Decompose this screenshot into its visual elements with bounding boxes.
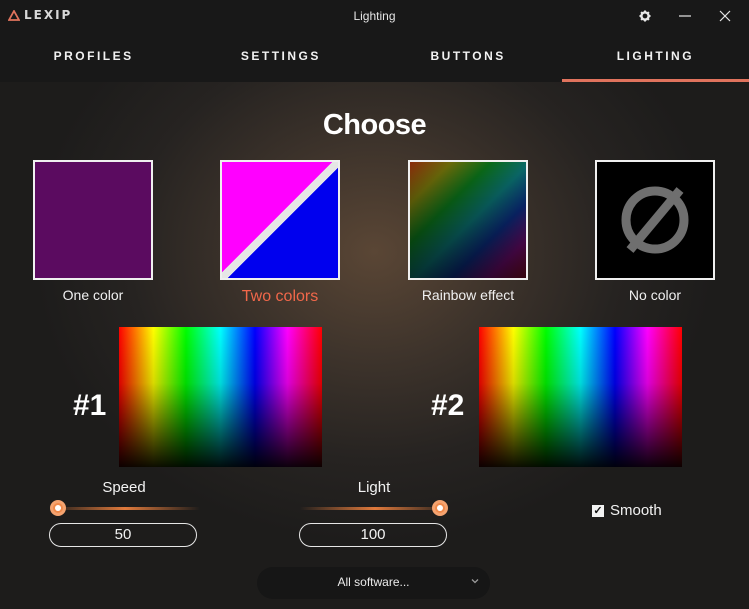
light-label: Light <box>357 479 391 496</box>
smooth-checkbox[interactable]: ✓ Smooth <box>592 502 662 519</box>
light-slider-handle[interactable] <box>432 500 448 516</box>
smooth-label: Smooth <box>610 502 662 519</box>
color-1-picker[interactable] <box>119 327 322 467</box>
gear-icon <box>639 10 651 22</box>
settings-gear-button[interactable] <box>633 6 657 26</box>
main-tabs: PROFILES SETTINGS BUTTONS LIGHTING <box>0 32 749 82</box>
tab-settings[interactable]: SETTINGS <box>187 32 374 82</box>
no-color-label: No color <box>628 287 682 303</box>
tab-buttons[interactable]: BUTTONS <box>375 32 562 82</box>
checkmark-icon: ✓ <box>592 504 604 517</box>
software-select-value: All software... <box>337 575 410 589</box>
tab-lighting[interactable]: LIGHTING <box>561 32 749 82</box>
close-icon <box>719 10 731 22</box>
light-value-field[interactable]: 100 <box>299 523 447 547</box>
page-title: Choose <box>322 109 427 141</box>
close-button[interactable] <box>713 6 737 26</box>
rainbow-effect-label: Rainbow effect <box>421 287 515 303</box>
rainbow-effect-option[interactable] <box>408 160 528 280</box>
two-colors-label: Two colors <box>241 288 319 305</box>
speed-value-field[interactable]: 50 <box>49 523 197 547</box>
speed-slider-track[interactable] <box>50 507 200 510</box>
empty-set-icon <box>621 186 689 254</box>
minimize-icon <box>679 15 691 17</box>
two-colors-option[interactable] <box>220 160 340 280</box>
software-select[interactable]: All software... <box>257 567 490 599</box>
speed-slider-handle[interactable] <box>50 500 66 516</box>
one-color-label: One color <box>62 287 124 303</box>
tab-profiles[interactable]: PROFILES <box>0 32 187 82</box>
color-2-label: #2 <box>431 389 465 422</box>
minimize-button[interactable] <box>673 6 697 26</box>
speed-label: Speed <box>102 479 146 496</box>
chevron-down-icon <box>471 579 479 584</box>
lighting-panel: Choose One color Two colors Rainbow effe… <box>0 82 749 609</box>
color-1-label: #1 <box>73 389 107 422</box>
light-slider-track[interactable] <box>300 507 450 510</box>
no-color-option[interactable] <box>595 160 715 280</box>
one-color-option[interactable] <box>33 160 153 280</box>
color-2-picker[interactable] <box>479 327 682 467</box>
title-bar: LEXIP Lighting <box>0 0 749 32</box>
